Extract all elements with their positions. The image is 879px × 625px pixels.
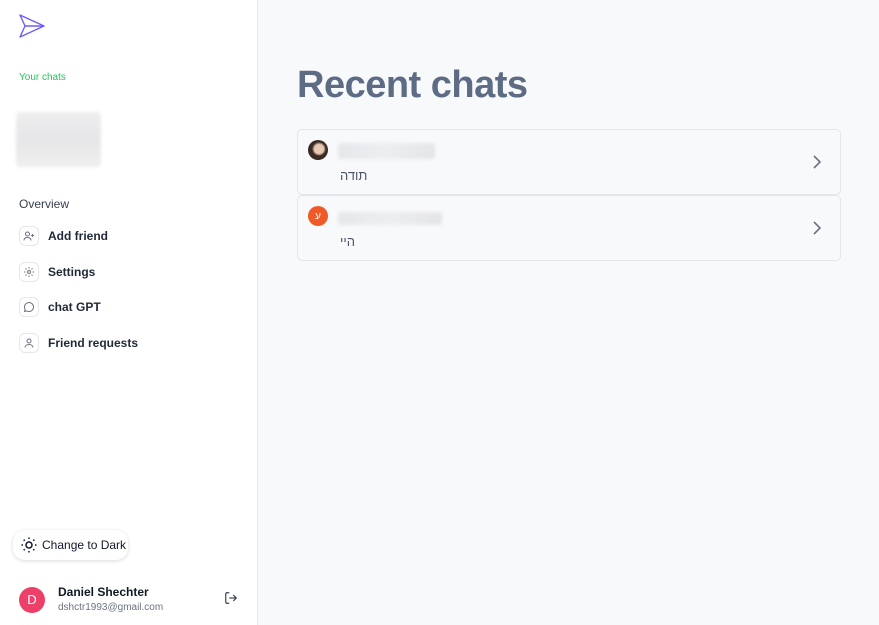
overview-label: Overview xyxy=(19,197,70,211)
chat-card[interactable]: ע היי xyxy=(297,195,841,261)
user-name: Daniel Shechter xyxy=(58,585,149,599)
nav-label: Settings xyxy=(48,265,96,279)
blurred-chat-item[interactable] xyxy=(16,112,101,167)
gear-icon xyxy=(19,262,39,282)
nav-chat-gpt[interactable]: chat GPT xyxy=(19,297,101,317)
page-title: Recent chats xyxy=(297,64,528,106)
avatar xyxy=(308,140,328,160)
user-profile: D Daniel Shechter dshctr1993@gmail.com xyxy=(19,584,163,615)
sun-icon xyxy=(21,537,37,553)
nav-label: Friend requests xyxy=(48,336,139,350)
nav-label: Add friend xyxy=(48,229,108,243)
nav-settings[interactable]: Settings xyxy=(19,262,95,282)
chevron-right-icon xyxy=(813,221,822,235)
nav-friend-requests[interactable]: Friend requests xyxy=(19,333,138,353)
nav-label: chat GPT xyxy=(48,300,101,314)
your-chats-label: Your chats xyxy=(19,72,66,83)
avatar: ע xyxy=(308,206,328,226)
message-circle-icon xyxy=(19,297,39,317)
blurred-contact-name xyxy=(338,143,435,159)
sidebar: Your chats Overview Add friend Settings … xyxy=(0,0,258,625)
logout-icon[interactable] xyxy=(224,591,238,605)
chat-card[interactable]: תודה xyxy=(297,129,841,195)
blurred-contact-name xyxy=(338,212,442,225)
user-plus-icon xyxy=(19,226,39,246)
nav-add-friend[interactable]: Add friend xyxy=(19,226,108,246)
avatar: D xyxy=(19,586,45,613)
paper-plane-icon[interactable] xyxy=(18,12,46,40)
change-theme-label: Change to Dark xyxy=(42,538,127,552)
chevron-right-icon xyxy=(813,155,822,169)
chat-last-message: היי xyxy=(340,234,355,249)
user-email: dshctr1993@gmail.com xyxy=(58,602,164,613)
user-icon xyxy=(19,333,39,353)
chat-last-message: תודה xyxy=(340,168,368,183)
change-theme-button[interactable]: Change to Dark xyxy=(13,530,128,560)
